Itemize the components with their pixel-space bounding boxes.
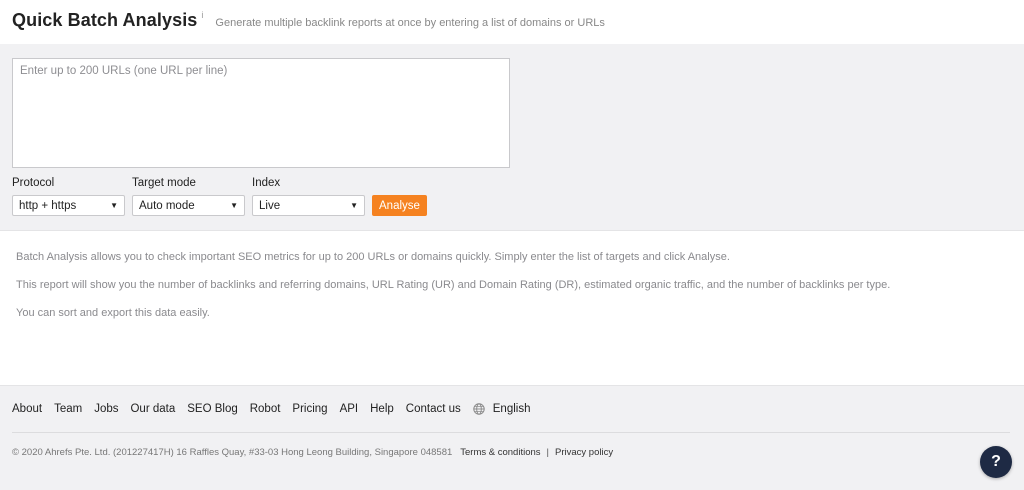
index-value: Live — [259, 199, 281, 212]
index-group: Index Live ▼ — [252, 177, 365, 216]
footer-link-team[interactable]: Team — [54, 403, 82, 415]
footer-link-pricing[interactable]: Pricing — [292, 403, 327, 415]
footer: About Team Jobs Our data SEO Blog Robot … — [0, 385, 1024, 490]
chevron-down-icon: ▼ — [230, 201, 238, 210]
description-section: Batch Analysis allows you to check impor… — [0, 231, 1024, 385]
target-mode-label: Target mode — [132, 177, 196, 189]
help-button[interactable]: ? — [980, 446, 1012, 478]
page-subtitle: Generate multiple backlink reports at on… — [215, 17, 605, 29]
footer-link-seo-blog[interactable]: SEO Blog — [187, 403, 238, 415]
footer-nav: About Team Jobs Our data SEO Blog Robot … — [12, 386, 1010, 433]
url-list-input[interactable] — [12, 58, 510, 168]
target-mode-value: Auto mode — [139, 199, 195, 212]
index-select[interactable]: Live ▼ — [252, 195, 365, 216]
target-mode-select[interactable]: Auto mode ▼ — [132, 195, 245, 216]
page-title: Quick Batch Analysis — [12, 10, 198, 30]
index-label: Index — [252, 177, 281, 189]
legal-separator: | — [546, 446, 549, 458]
batch-form: Protocol http + https ▼ Target mode Auto… — [0, 44, 1024, 231]
chevron-down-icon: ▼ — [350, 201, 358, 210]
privacy-link[interactable]: Privacy policy — [555, 447, 613, 458]
description-line: Batch Analysis allows you to check impor… — [16, 251, 730, 263]
globe-icon — [473, 403, 485, 415]
footer-link-jobs[interactable]: Jobs — [94, 403, 118, 415]
protocol-value: http + https — [19, 199, 77, 212]
description-line: This report will show you the number of … — [16, 279, 891, 291]
footer-link-about[interactable]: About — [12, 403, 42, 415]
target-mode-group: Target mode Auto mode ▼ — [132, 177, 245, 216]
copyright-text: © 2020 Ahrefs Pte. Ltd. (201227417H) 16 … — [12, 446, 453, 458]
footer-link-robot[interactable]: Robot — [250, 403, 281, 415]
footer-link-our-data[interactable]: Our data — [130, 403, 175, 415]
protocol-select[interactable]: http + https ▼ — [12, 195, 125, 216]
protocol-group: Protocol http + https ▼ — [12, 177, 125, 216]
footer-link-api[interactable]: API — [340, 403, 359, 415]
form-controls: Protocol http + https ▼ Target mode Auto… — [12, 177, 1012, 216]
language-label: English — [492, 403, 531, 415]
footer-link-contact-us[interactable]: Contact us — [406, 403, 461, 415]
protocol-label: Protocol — [12, 177, 55, 189]
footer-link-help[interactable]: Help — [370, 403, 394, 415]
terms-link[interactable]: Terms & conditions — [460, 447, 540, 458]
description-line: You can sort and export this data easily… — [16, 307, 210, 319]
analyse-button[interactable]: Analyse — [372, 195, 427, 216]
legal-bar: © 2020 Ahrefs Pte. Ltd. (201227417H) 16 … — [12, 433, 1012, 471]
language-selector[interactable]: English — [473, 403, 531, 415]
info-icon[interactable]: i — [201, 10, 203, 20]
chevron-down-icon: ▼ — [110, 201, 118, 210]
page-header: Quick Batch Analysis i Generate multiple… — [0, 0, 1024, 44]
